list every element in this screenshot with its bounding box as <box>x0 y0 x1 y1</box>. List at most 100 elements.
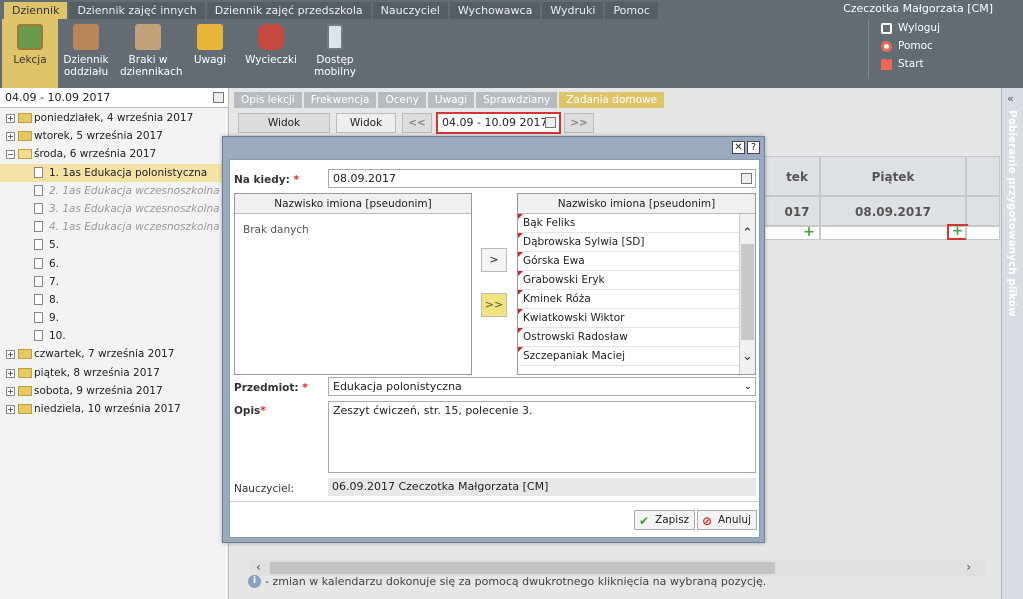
expand-icon[interactable]: + <box>6 386 15 396</box>
expand-icon[interactable]: + <box>6 405 15 414</box>
move-all-button[interactable]: >> <box>481 293 507 317</box>
wycieczki-button[interactable]: Wycieczki <box>243 19 299 88</box>
tree-lesson-9[interactable]: 9. <box>0 309 228 327</box>
student-rows: Bąk Feliks Dąbrowska Sylwia [SD] Górska … <box>518 214 739 374</box>
backpack-icon <box>258 24 284 50</box>
save-button[interactable]: ✔ Zapisz <box>634 510 696 530</box>
week-view-button[interactable]: Widok tygodniowy <box>238 113 330 147</box>
description-textarea[interactable]: Zeszyt ćwiczeń, str. 15, polecenie 3. <box>328 401 756 473</box>
chevron-down-icon[interactable]: ⌄ <box>744 378 752 395</box>
close-icon[interactable]: ✕ <box>732 141 745 154</box>
grid-cell-thursday[interactable]: + <box>764 225 820 240</box>
tree-lesson-label: 4. 1as Edukacja wczesnoszkolna <box>49 221 220 234</box>
tab-opis-lekcji[interactable]: Opis lekcji <box>234 92 302 108</box>
nav-tab-wydruki[interactable]: Wydruki <box>542 2 604 19</box>
tree-lesson-8[interactable]: 8. <box>0 291 228 309</box>
tree-day-wednesday[interactable]: − środa, 6 września 2017 <box>0 145 228 163</box>
tree-day-saturday[interactable]: + sobota, 9 września 2017 <box>0 382 228 400</box>
dziennik-oddzialu-button[interactable]: Dziennik oddziału <box>58 19 114 88</box>
calendar-icon[interactable] <box>213 92 224 103</box>
grid-cell-saturday[interactable] <box>966 226 1000 240</box>
when-date-field[interactable]: 08.09.2017 <box>328 169 756 188</box>
scrollbar-thumb[interactable] <box>270 562 775 574</box>
scroll-right-icon[interactable]: › <box>966 560 971 574</box>
scroll-down-icon[interactable]: ⌄ <box>742 349 753 364</box>
add-homework-icon[interactable]: + <box>947 224 968 240</box>
scroll-up-icon[interactable]: ⌃ <box>742 226 753 241</box>
start-link[interactable]: Start <box>881 55 940 73</box>
nav-tab-dziennik-przedszkola[interactable]: Dziennik zajęć przedszkola <box>206 2 371 19</box>
sidebar-date-range[interactable]: 04.09 - 10.09 2017 <box>0 88 228 108</box>
assigned-students-list[interactable]: Nazwisko imiona [pseudonim] Bąk Feliks D… <box>517 193 756 375</box>
student-item[interactable]: Dąbrowska Sylwia [SD] <box>518 233 739 252</box>
horizontal-scrollbar[interactable]: ‹ › <box>250 560 985 576</box>
help-link[interactable]: Pomoc <box>881 37 940 55</box>
day-view-button[interactable]: Widok dnia <box>336 113 396 147</box>
tree-lesson-3[interactable]: 3. 1as Edukacja wczesnoszkolna <box>0 200 228 218</box>
tree-lesson-4[interactable]: 4. 1as Edukacja wczesnoszkolna <box>0 218 228 236</box>
downloads-panel[interactable]: « Pobieranie przygotowanych plików <box>1001 88 1023 599</box>
nav-tab-dziennik-zajec-innych[interactable]: Dziennik zajęć innych <box>69 2 205 19</box>
week-date-range[interactable]: 04.09 - 10.09 2017 <box>436 112 561 134</box>
collapse-icon[interactable]: − <box>6 150 15 160</box>
available-students-list[interactable]: Nazwisko imiona [pseudonim] Brak danych <box>234 193 472 375</box>
nav-tab-dziennik[interactable]: Dziennik <box>4 2 68 19</box>
expand-icon[interactable]: + <box>6 132 15 142</box>
tab-sprawdziany[interactable]: Sprawdziany <box>476 92 558 108</box>
scrollbar-thumb[interactable] <box>741 244 754 340</box>
add-icon[interactable]: + <box>803 225 815 239</box>
lekcja-button[interactable]: Lekcja <box>2 19 58 88</box>
expand-icon[interactable]: + <box>6 350 15 360</box>
student-item[interactable]: Kwiatkowski Wiktor <box>518 309 739 328</box>
available-list-header: Nazwisko imiona [pseudonim] <box>235 194 471 214</box>
tree-day-sunday[interactable]: + niedziela, 10 września 2017 <box>0 400 228 418</box>
tree-lesson-7[interactable]: 7. <box>0 273 228 291</box>
tree-day-monday[interactable]: + poniedziałek, 4 września 2017 <box>0 109 228 127</box>
tree-lesson-2[interactable]: 2. 1as Edukacja wczesnoszkolna <box>0 182 228 200</box>
student-item[interactable]: Ostrowski Radosław <box>518 328 739 347</box>
subject-select[interactable]: Edukacja polonistyczna ⌄ <box>328 377 756 396</box>
tab-oceny[interactable]: Oceny <box>378 92 426 108</box>
when-label: Na kiedy: * <box>234 174 299 186</box>
tree-day-tuesday[interactable]: + wtorek, 5 września 2017 <box>0 127 228 145</box>
student-item[interactable]: Górska Ewa <box>518 252 739 271</box>
help-icon[interactable]: ? <box>747 141 760 154</box>
calendar-icon[interactable] <box>741 173 752 184</box>
move-selected-button[interactable]: > <box>481 248 507 272</box>
tree-lesson-5[interactable]: 5. <box>0 236 228 254</box>
expand-icon[interactable]: + <box>6 368 15 378</box>
tree-day-friday[interactable]: + piątek, 8 września 2017 <box>0 364 228 382</box>
lesson-doc-icon <box>34 312 43 324</box>
tab-uwagi[interactable]: Uwagi <box>427 92 475 108</box>
student-item[interactable]: Szczepaniak Maciej <box>518 347 739 366</box>
expand-panel-icon[interactable]: « <box>1007 92 1014 105</box>
nav-tab-nauczyciel[interactable]: Nauczyciel <box>372 2 448 19</box>
calendar-icon[interactable] <box>545 117 556 128</box>
cancel-button[interactable]: ⊘ Anuluj <box>697 510 757 530</box>
tree-lesson-1[interactable]: 1. 1as Edukacja polonistyczna <box>0 163 228 182</box>
nav-tab-pomoc[interactable]: Pomoc <box>605 2 658 19</box>
tab-frekwencja[interactable]: Frekwencja <box>303 92 377 108</box>
next-week-button[interactable]: >> <box>564 113 594 133</box>
grid-cell-friday[interactable]: + <box>820 224 968 240</box>
student-list-scrollbar[interactable]: ⌃ ⌄ <box>739 214 755 374</box>
student-item[interactable]: Bąk Feliks <box>518 214 739 233</box>
uwagi-button[interactable]: Uwagi <box>182 19 238 88</box>
tree-lesson-6[interactable]: 6. <box>0 255 228 273</box>
braki-button[interactable]: Braki w dziennikach <box>120 19 183 88</box>
nav-tab-wychowawca[interactable]: Wychowawca <box>449 2 541 19</box>
student-item[interactable]: Kminek Róża <box>518 290 739 309</box>
folder-icon <box>18 385 32 396</box>
dostep-mobilny-button[interactable]: Dostęp mobilny <box>307 19 363 88</box>
tree-day-thursday[interactable]: + czwartek, 7 września 2017 <box>0 345 228 363</box>
scroll-left-icon[interactable]: ‹ <box>256 560 261 574</box>
home-icon <box>881 58 892 70</box>
logout-link[interactable]: Wyloguj <box>881 19 940 37</box>
day-tree: + poniedziałek, 4 września 2017 + wtorek, … <box>0 108 228 418</box>
tab-zadania-domowe[interactable]: Zadania domowe <box>559 92 665 108</box>
tree-lesson-label: 7. <box>49 275 60 288</box>
student-item[interactable]: Grabowski Eryk <box>518 271 739 290</box>
expand-icon[interactable]: + <box>6 114 15 123</box>
prev-week-button[interactable]: << <box>402 113 432 133</box>
tree-lesson-10[interactable]: 10. <box>0 327 228 345</box>
